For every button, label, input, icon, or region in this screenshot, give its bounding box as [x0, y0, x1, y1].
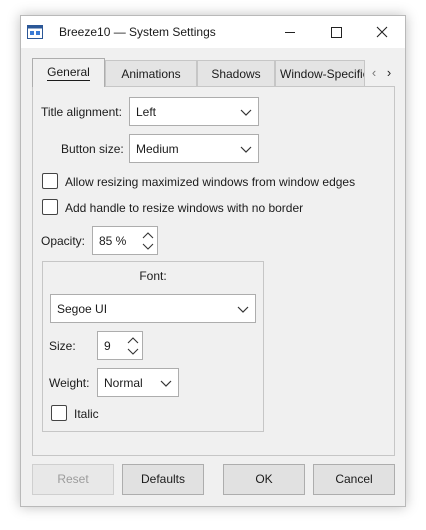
minimize-button[interactable]	[267, 16, 313, 48]
chevron-down-icon	[160, 380, 172, 387]
opacity-value: 85 %	[99, 234, 127, 248]
settings-window-icon	[27, 25, 43, 39]
chevron-down-icon	[237, 306, 249, 313]
font-group-title: Font:	[139, 269, 167, 283]
add-handle-checkbox[interactable]	[42, 199, 58, 215]
ok-button[interactable]: OK	[223, 464, 305, 495]
cancel-button[interactable]: Cancel	[313, 464, 395, 495]
maximize-icon	[331, 27, 342, 38]
chevron-down-icon	[240, 109, 252, 116]
spin-arrows-icon[interactable]	[127, 335, 139, 357]
italic-label: Italic	[74, 407, 99, 421]
window-title: Breeze10 — System Settings	[59, 25, 216, 39]
chevron-down-icon	[240, 146, 252, 153]
font-group: Font: Segoe UI Size: 9 Weight: Normal It…	[42, 261, 264, 432]
add-handle-label: Add handle to resize windows with no bor…	[65, 201, 304, 215]
tab-general[interactable]: General	[32, 58, 105, 87]
font-family-combo[interactable]: Segoe UI	[50, 294, 256, 323]
tab-shadows[interactable]: Shadows	[197, 60, 275, 86]
font-weight-combo[interactable]: Normal	[97, 368, 179, 397]
tab-scroll-right-button[interactable]: ›	[382, 63, 396, 83]
tab-label: General	[47, 65, 90, 81]
defaults-button[interactable]: Defaults	[122, 464, 204, 495]
title-alignment-combo[interactable]: Left	[129, 97, 259, 126]
title-alignment-label: Title alignment:	[41, 105, 122, 119]
title-bar[interactable]: Breeze10 — System Settings	[21, 16, 405, 48]
tab-label: Shadows	[211, 67, 261, 81]
spin-arrows-icon[interactable]	[142, 230, 154, 252]
italic-checkbox[interactable]	[51, 405, 67, 421]
tab-window-specific[interactable]: Window-Specific	[275, 60, 365, 86]
close-button[interactable]	[359, 16, 405, 48]
tab-animations[interactable]: Animations	[105, 60, 197, 86]
maximize-button[interactable]	[313, 16, 359, 48]
allow-resize-checkbox[interactable]	[42, 173, 58, 189]
allow-resize-label: Allow resizing maximized windows from wi…	[65, 175, 356, 189]
chevron-left-icon: ‹	[371, 65, 377, 80]
opacity-spinbox[interactable]: 85 %	[92, 226, 158, 255]
general-tab-panel: Title alignment: Left Button size: Mediu…	[32, 86, 395, 456]
opacity-label: Opacity:	[41, 234, 86, 248]
settings-window: Breeze10 — System Settings General Anima…	[20, 15, 406, 507]
chevron-right-icon: ›	[386, 65, 392, 80]
tab-label: Animations	[121, 67, 181, 81]
minimize-icon	[285, 32, 295, 33]
button-size-label: Button size:	[61, 142, 124, 156]
close-icon	[376, 26, 388, 38]
button-size-combo[interactable]: Medium	[129, 134, 259, 163]
font-weight-value: Normal	[104, 376, 143, 390]
title-alignment-value: Left	[136, 105, 157, 119]
button-size-value: Medium	[136, 142, 179, 156]
font-size-label: Size:	[49, 339, 76, 353]
tab-label: Window-Specific	[280, 67, 365, 81]
tab-scroll-left-button[interactable]: ‹	[367, 63, 381, 83]
font-size-spinbox[interactable]: 9	[97, 331, 143, 360]
font-weight-label: Weight:	[49, 376, 90, 390]
reset-button[interactable]: Reset	[32, 464, 114, 495]
font-family-value: Segoe UI	[57, 302, 108, 316]
font-size-value: 9	[104, 339, 111, 353]
